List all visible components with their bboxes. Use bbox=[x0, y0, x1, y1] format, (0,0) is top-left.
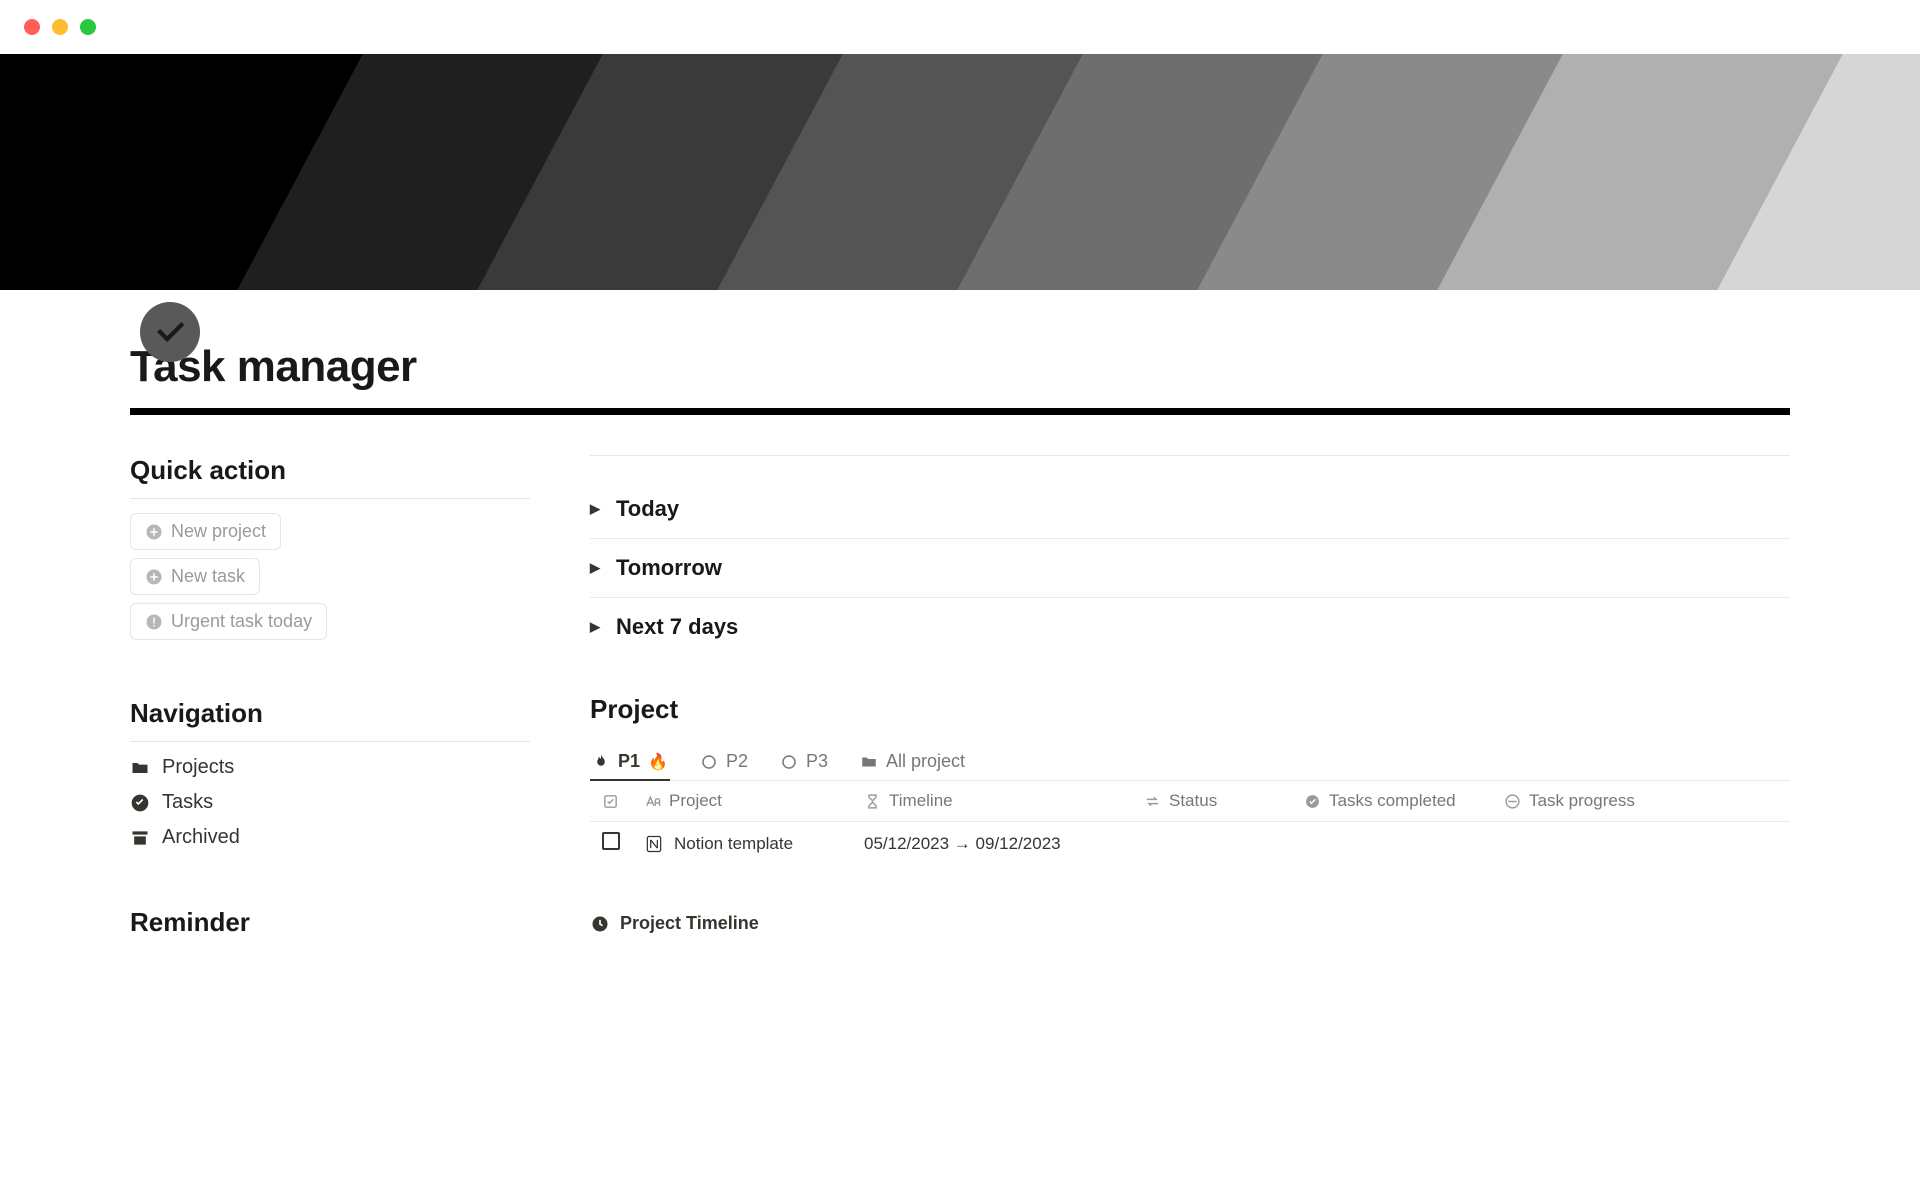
fire-emoji: 🔥 bbox=[648, 752, 668, 772]
column-completed-label: Tasks completed bbox=[1329, 791, 1456, 811]
sidebar: Quick action New project New task Urgent… bbox=[130, 455, 530, 950]
clock-icon bbox=[590, 914, 610, 934]
quick-action-heading: Quick action bbox=[130, 455, 530, 486]
urgent-task-label: Urgent task today bbox=[171, 611, 312, 632]
nav-tasks[interactable]: Tasks bbox=[130, 791, 530, 814]
reminder-heading: Reminder bbox=[130, 907, 530, 938]
column-project-label: Project bbox=[669, 791, 722, 811]
main-content: ▶ Today ▶ Tomorrow ▶ Next 7 days Project… bbox=[590, 455, 1790, 950]
caret-right-icon: ▶ bbox=[590, 560, 600, 576]
circle-icon bbox=[700, 753, 718, 771]
column-project[interactable]: Project bbox=[632, 781, 852, 822]
project-timeline-label: Project Timeline bbox=[620, 913, 759, 934]
alert-circle-icon bbox=[145, 613, 163, 631]
column-progress-label: Task progress bbox=[1529, 791, 1635, 811]
tab-all-label: All project bbox=[886, 751, 965, 772]
tab-p3-label: P3 bbox=[806, 751, 828, 772]
text-aa-icon bbox=[644, 793, 661, 810]
project-table: Project Timeline Statu bbox=[590, 781, 1790, 865]
project-timeline-link[interactable]: Project Timeline bbox=[590, 913, 1790, 934]
nav-projects[interactable]: Projects bbox=[130, 756, 530, 779]
toggle-tomorrow-label: Tomorrow bbox=[616, 555, 722, 581]
new-project-button[interactable]: New project bbox=[130, 513, 281, 550]
tab-p1-label: P1 bbox=[618, 751, 640, 772]
plus-circle-icon bbox=[145, 568, 163, 586]
divider bbox=[130, 741, 530, 742]
notion-page-icon bbox=[644, 834, 664, 854]
nav-archived[interactable]: Archived bbox=[130, 826, 530, 849]
tab-p2-label: P2 bbox=[726, 751, 748, 772]
row-timeline: 05/12/2023 → 09/12/2023 bbox=[852, 822, 1132, 866]
column-checkbox[interactable] bbox=[590, 781, 632, 822]
column-progress[interactable]: Task progress bbox=[1492, 781, 1790, 822]
progress-icon bbox=[1504, 793, 1521, 810]
window-minimize-button[interactable] bbox=[52, 19, 68, 35]
nav-archived-label: Archived bbox=[162, 826, 240, 849]
row-checkbox[interactable] bbox=[602, 832, 620, 850]
urgent-task-button[interactable]: Urgent task today bbox=[130, 603, 327, 640]
tab-p2[interactable]: P2 bbox=[698, 743, 750, 780]
plus-circle-icon bbox=[145, 523, 163, 541]
swap-icon bbox=[1144, 793, 1161, 810]
toggle-next7[interactable]: ▶ Next 7 days bbox=[590, 598, 1790, 656]
column-status-label: Status bbox=[1169, 791, 1217, 811]
toggle-next7-label: Next 7 days bbox=[616, 614, 738, 640]
cover-image bbox=[0, 54, 1920, 290]
checkmark-icon bbox=[153, 315, 187, 349]
column-timeline[interactable]: Timeline bbox=[852, 781, 1132, 822]
divider bbox=[130, 498, 530, 499]
page-icon[interactable] bbox=[140, 302, 200, 362]
window-chrome bbox=[0, 0, 1920, 54]
navigation-heading: Navigation bbox=[130, 698, 530, 729]
page-title: Task manager bbox=[130, 342, 1790, 392]
page-body: Task manager Quick action New project Ne… bbox=[0, 342, 1920, 950]
column-status[interactable]: Status bbox=[1132, 781, 1292, 822]
table-row[interactable]: Notion template 05/12/2023 → 09/12/2023 bbox=[590, 822, 1790, 866]
window-close-button[interactable] bbox=[24, 19, 40, 35]
toggle-today-label: Today bbox=[616, 496, 679, 522]
new-task-label: New task bbox=[171, 566, 245, 587]
folder-icon bbox=[130, 758, 150, 778]
folder-icon bbox=[860, 753, 878, 771]
circle-icon bbox=[780, 753, 798, 771]
toggle-today[interactable]: ▶ Today bbox=[590, 480, 1790, 538]
row-name-label: Notion template bbox=[674, 834, 793, 854]
tab-all-project[interactable]: All project bbox=[858, 743, 967, 780]
tab-p3[interactable]: P3 bbox=[778, 743, 830, 780]
nav-projects-label: Projects bbox=[162, 756, 234, 779]
project-tabs: P1 🔥 P2 P3 All project bbox=[590, 743, 1790, 781]
flame-icon bbox=[592, 753, 610, 771]
checkbox-header-icon bbox=[602, 793, 619, 810]
window-zoom-button[interactable] bbox=[80, 19, 96, 35]
check-circle-icon bbox=[1304, 793, 1321, 810]
project-section-heading: Project bbox=[590, 694, 1790, 725]
caret-right-icon: ▶ bbox=[590, 501, 600, 517]
hourglass-icon bbox=[864, 793, 881, 810]
check-circle-icon bbox=[130, 793, 150, 813]
archive-icon bbox=[130, 828, 150, 848]
column-completed[interactable]: Tasks completed bbox=[1292, 781, 1492, 822]
caret-right-icon: ▶ bbox=[590, 619, 600, 635]
column-timeline-label: Timeline bbox=[889, 791, 953, 811]
new-task-button[interactable]: New task bbox=[130, 558, 260, 595]
toggle-tomorrow[interactable]: ▶ Tomorrow bbox=[590, 539, 1790, 597]
tab-p1[interactable]: P1 🔥 bbox=[590, 743, 670, 780]
new-project-label: New project bbox=[171, 521, 266, 542]
nav-tasks-label: Tasks bbox=[162, 791, 213, 814]
page-divider-bar bbox=[130, 408, 1790, 415]
divider bbox=[590, 455, 1790, 456]
